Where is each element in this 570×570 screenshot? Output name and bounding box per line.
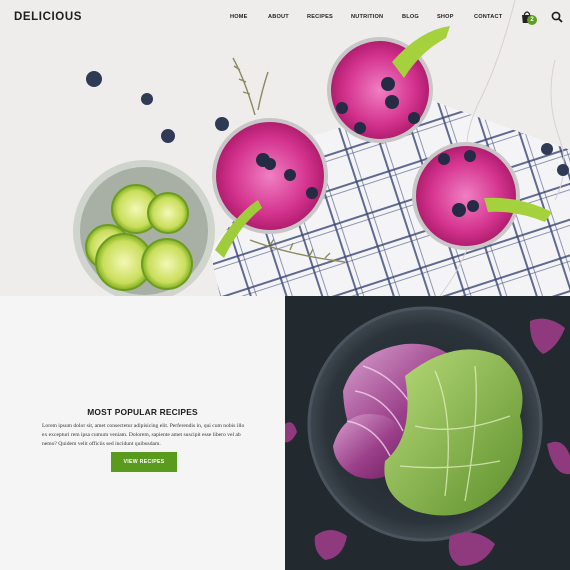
nav-item-recipes[interactable]: RECIPES	[307, 14, 333, 20]
nav-item-about[interactable]: ABOUT	[268, 14, 289, 20]
search-icon[interactable]	[551, 11, 563, 23]
nav-item-shop[interactable]: SHOP	[437, 14, 454, 20]
nav-item-home[interactable]: HOME	[230, 14, 248, 20]
hero-banner: DELICIOUS HOME ABOUT RECIPES NUTRITION B…	[0, 0, 570, 296]
site-header: DELICIOUS HOME ABOUT RECIPES NUTRITION B…	[0, 0, 570, 34]
cabbage-illustration	[285, 296, 570, 570]
nav-item-nutrition[interactable]: NUTRITION	[351, 14, 383, 20]
cart-count-badge: 2	[527, 15, 537, 25]
section-description: Lorem ipsum dolor sit, amet consectetur …	[42, 423, 245, 448]
section-title: MOST POPULAR RECIPES	[87, 407, 198, 417]
site-logo[interactable]: DELICIOUS	[14, 11, 82, 23]
view-recipes-button[interactable]: VIEW RECIPES	[111, 452, 177, 472]
hero-drinks-photo	[0, 0, 570, 296]
nav-item-blog[interactable]: BLOG	[402, 14, 419, 20]
cart-button[interactable]: 2	[519, 10, 539, 28]
popular-recipes-section: MOST POPULAR RECIPES Lorem ipsum dolor s…	[0, 296, 285, 570]
nav-item-contact[interactable]: CONTACT	[474, 14, 502, 20]
cabbage-bowl-photo	[285, 296, 570, 570]
